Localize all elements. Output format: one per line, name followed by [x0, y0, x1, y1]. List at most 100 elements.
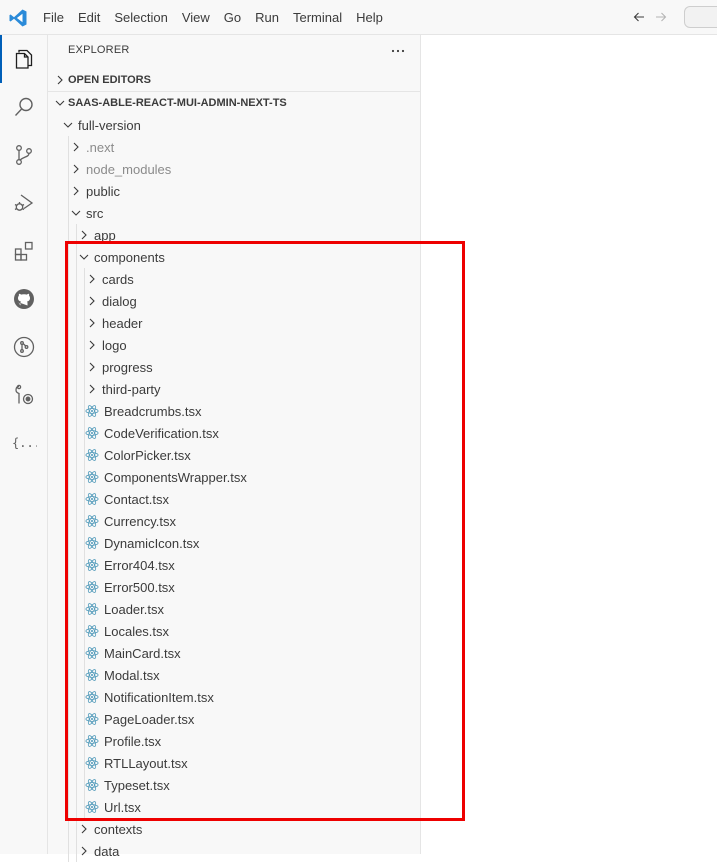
- menu-file[interactable]: File: [36, 6, 71, 30]
- tree-file[interactable]: Breadcrumbs.tsx: [48, 400, 420, 422]
- indent-guide: [68, 224, 69, 246]
- tree-file[interactable]: CodeVerification.tsx: [48, 422, 420, 444]
- menu-go[interactable]: Go: [217, 6, 248, 30]
- forward-arrow-icon[interactable]: [650, 6, 672, 28]
- remote-explorer-icon[interactable]: [0, 371, 48, 419]
- tree-file[interactable]: Contact.tsx: [48, 488, 420, 510]
- chevron-down-icon: [60, 117, 76, 133]
- menu-terminal[interactable]: Terminal: [286, 6, 349, 30]
- indent-guide: [68, 378, 69, 400]
- indent-guide: [84, 730, 85, 752]
- tree-file[interactable]: DynamicIcon.tsx: [48, 532, 420, 554]
- tree-folder[interactable]: .next: [48, 136, 420, 158]
- back-arrow-icon[interactable]: [628, 6, 650, 28]
- indent-guide: [76, 400, 77, 422]
- tree-item-label: Contact.tsx: [104, 491, 170, 507]
- explorer-icon[interactable]: [0, 35, 48, 83]
- indent-guide: [84, 664, 85, 686]
- tree-folder[interactable]: src: [48, 202, 420, 224]
- explorer-title: EXPLORER: [68, 44, 130, 56]
- tree-file[interactable]: Currency.tsx: [48, 510, 420, 532]
- tree-item-label: PageLoader.tsx: [104, 711, 195, 727]
- command-center-search[interactable]: [684, 6, 717, 28]
- chevron-right-icon: [84, 337, 100, 353]
- indent-guide: [68, 576, 69, 598]
- indent-guide: [84, 356, 85, 378]
- menu-selection[interactable]: Selection: [107, 6, 174, 30]
- github-icon[interactable]: [0, 275, 48, 323]
- indent-guide: [68, 202, 69, 224]
- menu-bar: File Edit Selection View Go Run Terminal…: [36, 0, 390, 35]
- tree-file[interactable]: Error404.tsx: [48, 554, 420, 576]
- indent-guide: [84, 400, 85, 422]
- tree-item-label: Loader.tsx: [104, 601, 164, 617]
- extensions-icon[interactable]: [0, 227, 48, 275]
- indent-guide: [68, 334, 69, 356]
- indent-guide: [68, 422, 69, 444]
- indent-guide: [84, 686, 85, 708]
- tree-file[interactable]: ComponentsWrapper.tsx: [48, 466, 420, 488]
- project-section[interactable]: SAAS-ABLE-REACT-MUI-ADMIN-NEXT-TS: [48, 92, 420, 114]
- indent-guide: [76, 598, 77, 620]
- tree-file[interactable]: Loader.tsx: [48, 598, 420, 620]
- svg-text:{...}: {...}: [12, 436, 37, 450]
- tree-folder[interactable]: node_modules: [48, 158, 420, 180]
- more-actions-icon[interactable]: [388, 43, 408, 59]
- indent-guide: [68, 444, 69, 466]
- tree-file[interactable]: MainCard.tsx: [48, 642, 420, 664]
- tree-folder[interactable]: public: [48, 180, 420, 202]
- react-file-icon: [84, 799, 100, 815]
- tree-item-label: .next: [86, 139, 115, 155]
- tree-file[interactable]: ColorPicker.tsx: [48, 444, 420, 466]
- indent-guide: [76, 378, 77, 400]
- tree-file[interactable]: Url.tsx: [48, 796, 420, 818]
- tree-file[interactable]: NotificationItem.tsx: [48, 686, 420, 708]
- react-file-icon: [84, 711, 100, 727]
- tree-item-label: cards: [102, 271, 134, 287]
- tree-item-label: Error500.tsx: [104, 579, 175, 595]
- indent-guide: [84, 444, 85, 466]
- chevron-right-icon: [84, 271, 100, 287]
- tree-folder[interactable]: contexts: [48, 818, 420, 840]
- react-file-icon: [84, 557, 100, 573]
- json-icon[interactable]: {...}: [0, 419, 48, 467]
- tree-file[interactable]: Error500.tsx: [48, 576, 420, 598]
- run-debug-icon[interactable]: [0, 179, 48, 227]
- indent-guide: [76, 444, 77, 466]
- tree-folder[interactable]: third-party: [48, 378, 420, 400]
- tree-folder[interactable]: full-version: [48, 114, 420, 136]
- tree-file[interactable]: Locales.tsx: [48, 620, 420, 642]
- tree-file[interactable]: Modal.tsx: [48, 664, 420, 686]
- tree-folder[interactable]: cards: [48, 268, 420, 290]
- indent-guide: [68, 774, 69, 796]
- tree-folder[interactable]: logo: [48, 334, 420, 356]
- tree-file[interactable]: Profile.tsx: [48, 730, 420, 752]
- search-icon[interactable]: [0, 83, 48, 131]
- tree-folder[interactable]: dialog: [48, 290, 420, 312]
- tree-folder[interactable]: progress: [48, 356, 420, 378]
- tree-folder[interactable]: components: [48, 246, 420, 268]
- indent-guide: [76, 356, 77, 378]
- menu-help[interactable]: Help: [349, 6, 390, 30]
- indent-guide: [84, 334, 85, 356]
- pull-request-icon[interactable]: [0, 323, 48, 371]
- tree-file[interactable]: PageLoader.tsx: [48, 708, 420, 730]
- tree-folder[interactable]: data: [48, 840, 420, 862]
- tree-file[interactable]: RTLLayout.tsx: [48, 752, 420, 774]
- chevron-right-icon: [76, 227, 92, 243]
- indent-guide: [68, 312, 69, 334]
- tree-item-label: DynamicIcon.tsx: [104, 535, 200, 551]
- indent-guide: [68, 796, 69, 818]
- indent-guide: [68, 752, 69, 774]
- indent-guide: [84, 466, 85, 488]
- title-bar: File Edit Selection View Go Run Terminal…: [0, 0, 717, 35]
- open-editors-section[interactable]: OPEN EDITORS: [48, 69, 420, 91]
- source-control-icon[interactable]: [0, 131, 48, 179]
- indent-guide: [84, 796, 85, 818]
- tree-folder[interactable]: header: [48, 312, 420, 334]
- menu-edit[interactable]: Edit: [71, 6, 107, 30]
- menu-run[interactable]: Run: [248, 6, 286, 30]
- tree-file[interactable]: Typeset.tsx: [48, 774, 420, 796]
- menu-view[interactable]: View: [175, 6, 217, 30]
- tree-folder[interactable]: app: [48, 224, 420, 246]
